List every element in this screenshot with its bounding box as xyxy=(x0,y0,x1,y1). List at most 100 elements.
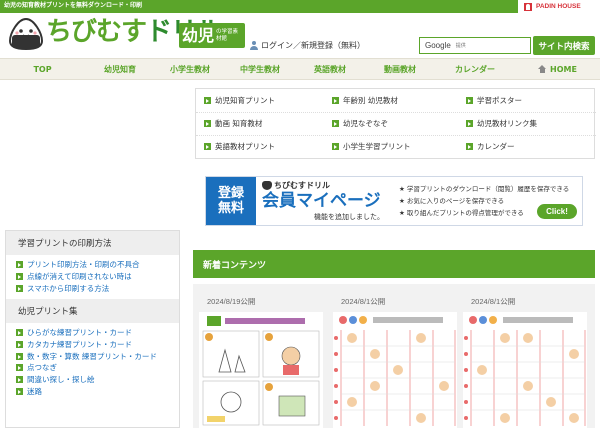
sidebar-item-label: 点線が消えて印刷されない時は xyxy=(27,272,132,281)
new-content-card[interactable]: 2024/8/19公開 xyxy=(199,296,323,428)
banner-title: 会員マイページ xyxy=(262,191,381,211)
nav-item-elementary[interactable]: 小学生教材 xyxy=(155,59,225,79)
nav-item-calendar[interactable]: カレンダー xyxy=(435,59,515,79)
worksheet-preview-image xyxy=(199,312,323,428)
category-link[interactable]: 年齢別 幼児教材 xyxy=(332,89,398,112)
category-link[interactable]: 学習ポスター xyxy=(466,89,522,112)
worksheet-preview-image xyxy=(333,312,457,428)
sidebar-item[interactable]: 点つなぎ xyxy=(16,362,179,374)
category-label: 英語教材プリント xyxy=(215,142,275,151)
sidebar-section-title: 幼児プリント集 xyxy=(6,299,179,323)
nav-home-label: HOME xyxy=(550,64,577,74)
new-content-card[interactable]: 2024/8/1公開 xyxy=(333,296,457,428)
nav-item-home[interactable]: HOME xyxy=(515,59,600,79)
nav-item-video[interactable]: 動画教材 xyxy=(365,59,435,79)
logo-hiragana: ちびむす xyxy=(46,17,147,47)
site-search-button[interactable]: サイト内検索 xyxy=(533,36,595,55)
banner-subtitle: 機能を追加しました。 xyxy=(314,213,384,221)
sidebar-item-label: 点つなぎ xyxy=(27,363,57,372)
arrow-right-icon xyxy=(16,285,23,292)
search-google-label: Google xyxy=(425,41,451,50)
banner-feature: ★ 学習プリントのダウンロード（閲覧）履歴を保存できる xyxy=(399,185,570,193)
card-thumbnail[interactable] xyxy=(199,312,323,428)
arrow-right-icon xyxy=(332,120,339,127)
padin-house-label: PADIN HOUSE xyxy=(536,3,581,10)
category-label: 幼児教材リンク集 xyxy=(477,119,537,128)
banner-brand: ちびむすドリル xyxy=(262,180,397,191)
arrow-right-icon xyxy=(466,143,473,150)
category-link[interactable]: 小学生学習プリント xyxy=(332,135,411,158)
arrow-right-icon xyxy=(16,341,23,348)
category-label: 小学生学習プリント xyxy=(343,142,411,151)
arrow-right-icon xyxy=(332,97,339,104)
category-link[interactable]: 英語教材プリント xyxy=(204,135,275,158)
arrow-right-icon xyxy=(466,97,473,104)
onigiri-logo-icon[interactable] xyxy=(8,17,44,51)
category-link[interactable]: カレンダー xyxy=(466,135,515,158)
sidebar-item-label: 数・数字・算数 練習プリント・カード xyxy=(27,352,157,361)
card-thumbnail[interactable] xyxy=(333,312,457,428)
sidebar-item[interactable]: プリント印刷方法・印刷の不具合 xyxy=(16,259,179,271)
preschool-badge[interactable]: 幼児 の学習素材館 xyxy=(179,23,245,48)
sidebar-item-label: スマホから印刷する方法 xyxy=(27,284,110,293)
free-registration-badge: 登録 無料 xyxy=(206,177,256,225)
sidebar-item[interactable]: カタカナ練習プリント・カード xyxy=(16,339,179,351)
main-nav: TOP 幼児知育 小学生教材 中学生教材 英語教材 動画教材 カレンダー HOM… xyxy=(0,58,600,80)
sidebar-list: ひらがな練習プリント・カード カタカナ練習プリント・カード 数・数字・算数 練習… xyxy=(6,323,179,398)
sidebar-item[interactable]: 迷路 xyxy=(16,386,179,398)
category-label: 年齢別 幼児教材 xyxy=(343,96,398,105)
worksheet-preview-image xyxy=(463,312,587,428)
member-page-banner[interactable]: 登録 無料 ちびむすドリル 会員マイページ 機能を追加しました。 ★ 学習プリン… xyxy=(205,176,583,226)
category-label: 学習ポスター xyxy=(477,96,522,105)
banner-click-button[interactable]: Click! xyxy=(537,204,577,219)
sidebar-item[interactable]: スマホから印刷する方法 xyxy=(16,283,179,295)
sidebar: 学習プリントの印刷方法 プリント印刷方法・印刷の不具合 点線が消えて印刷されない… xyxy=(5,230,180,428)
arrow-right-icon xyxy=(204,97,211,104)
category-link[interactable]: 動画 知育教材 xyxy=(204,112,262,135)
banner-left-top: 登録 xyxy=(217,186,244,201)
padin-house-icon xyxy=(524,2,532,11)
sidebar-list: プリント印刷方法・印刷の不具合 点線が消えて印刷されない時は スマホから印刷する… xyxy=(6,255,179,295)
category-link[interactable]: 幼児教材リンク集 xyxy=(466,112,537,135)
new-content-card[interactable]: 2024/8/1公開 xyxy=(463,296,587,428)
nav-item-top[interactable]: TOP xyxy=(0,59,85,79)
login-link[interactable]: ログイン／新規登録（無料） xyxy=(250,40,365,51)
card-date: 2024/8/1公開 xyxy=(471,297,516,306)
sidebar-item[interactable]: 間違い探し・探し絵 xyxy=(16,374,179,386)
arrow-right-icon xyxy=(16,353,23,360)
sidebar-item-label: カタカナ練習プリント・カード xyxy=(27,340,132,349)
category-label: 幼児なぞなぞ xyxy=(343,119,388,128)
padin-house-link[interactable]: PADIN HOUSE xyxy=(518,0,600,13)
sidebar-item[interactable]: 点線が消えて印刷されない時は xyxy=(16,271,179,283)
category-link[interactable]: 幼児知育プリント xyxy=(204,89,275,112)
category-label: カレンダー xyxy=(477,142,515,151)
card-thumbnail[interactable] xyxy=(463,312,587,428)
card-date: 2024/8/1公開 xyxy=(341,297,386,306)
nav-item-preschool[interactable]: 幼児知育 xyxy=(85,59,155,79)
arrow-right-icon xyxy=(204,120,211,127)
onigiri-mini-icon xyxy=(262,181,272,190)
sidebar-item-label: 間違い探し・探し絵 xyxy=(27,375,95,384)
arrow-right-icon xyxy=(204,143,211,150)
arrow-right-icon xyxy=(16,364,23,371)
category-link[interactable]: 幼児なぞなぞ xyxy=(332,112,388,135)
card-date: 2024/8/19公開 xyxy=(207,297,256,306)
nav-item-english[interactable]: 英語教材 xyxy=(295,59,365,79)
arrow-right-icon xyxy=(332,143,339,150)
sidebar-item-label: 迷路 xyxy=(27,387,42,396)
top-bar-tagline: 幼児の知育教材プリントを無料ダウンロード・印刷 xyxy=(4,2,143,9)
sidebar-item[interactable]: ひらがな練習プリント・カード xyxy=(16,327,179,339)
nav-item-junior-high[interactable]: 中学生教材 xyxy=(225,59,295,79)
sidebar-item-label: プリント印刷方法・印刷の不具合 xyxy=(27,260,140,269)
category-label: 幼児知育プリント xyxy=(215,96,275,105)
arrow-right-icon xyxy=(16,329,23,336)
category-grid: 幼児知育プリント 年齢別 幼児教材 学習ポスター 動画 知育教材 幼児なぞなぞ … xyxy=(195,88,596,159)
sidebar-item[interactable]: 数・数字・算数 練習プリント・カード xyxy=(16,351,179,362)
arrow-right-icon xyxy=(16,261,23,268)
arrow-right-icon xyxy=(16,273,23,280)
category-label: 動画 知育教材 xyxy=(215,119,263,128)
sidebar-item-label: ひらがな練習プリント・カード xyxy=(27,328,132,337)
site-header: ちびむすドリル 幼児 の学習素材館 ログイン／新規登録（無料） Google 提… xyxy=(0,13,600,56)
search-input[interactable]: Google 提供 xyxy=(419,37,531,54)
top-bar: 幼児の知育教材プリントを無料ダウンロード・印刷 PADIN HOUSE xyxy=(0,0,600,13)
